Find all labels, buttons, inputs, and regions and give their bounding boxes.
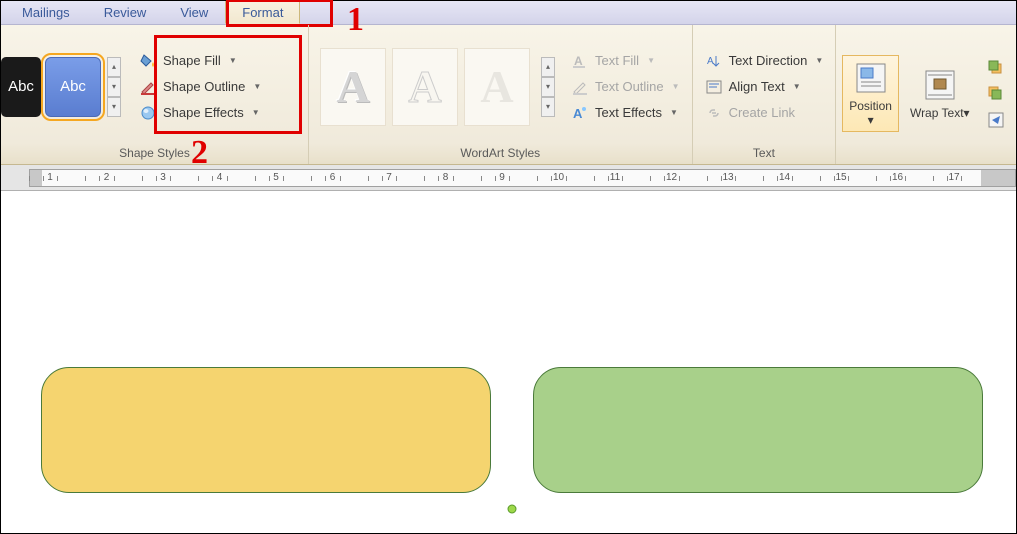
text-outline-label: Text Outline: [595, 79, 664, 94]
tab-format[interactable]: Format: [225, 1, 300, 24]
text-group-label: Text: [699, 144, 830, 162]
arrange-group-label: [842, 158, 1006, 162]
group-arrange: Position▾ Wrap Text▾: [836, 25, 1012, 164]
link-icon: [705, 104, 723, 122]
position-label: Position▾: [849, 100, 892, 126]
ruler-number: 9: [499, 172, 505, 183]
shape-style-preview-1[interactable]: Abc: [1, 57, 41, 117]
text-outline-button[interactable]: Text Outline ▼: [565, 75, 686, 99]
chevron-down-icon: ▼: [793, 82, 801, 91]
ruler-area: 1234567891011121314151617: [1, 165, 1016, 191]
chevron-down-icon: ▼: [229, 56, 237, 65]
ruler-number: 5: [273, 172, 279, 183]
text-direction-button[interactable]: A Text Direction ▼: [699, 49, 830, 73]
position-button[interactable]: Position▾: [842, 55, 899, 131]
chevron-down-icon: ▼: [253, 82, 261, 91]
bucket-icon: [139, 52, 157, 70]
rounded-rect-green[interactable]: [533, 367, 983, 493]
effects-icon: [139, 104, 157, 122]
shape-styles-group-label: Shape Styles: [7, 144, 302, 162]
svg-text:A: A: [574, 54, 583, 68]
ruler-number: 14: [779, 172, 790, 183]
rotation-handle[interactable]: [508, 505, 517, 514]
wordart-preview-2[interactable]: A: [392, 48, 458, 126]
gallery-up-icon[interactable]: ▴: [107, 57, 121, 77]
wrap-text-icon: [922, 67, 958, 103]
text-direction-label: Text Direction: [729, 53, 808, 68]
svg-text:A: A: [707, 56, 714, 67]
create-link-label: Create Link: [729, 105, 795, 120]
ruler-number: 15: [835, 172, 846, 183]
gallery-spinner: ▴ ▾ ▾: [107, 57, 121, 117]
group-wordart-styles: A A A ▴ ▾ ▾ A Text Fill ▼: [309, 25, 693, 164]
align-text-icon: [705, 78, 723, 96]
gallery-down-icon[interactable]: ▾: [541, 77, 555, 97]
wordart-gallery[interactable]: A A A: [315, 43, 535, 131]
send-backward-button[interactable]: [985, 83, 1007, 105]
ruler-number: 11: [610, 172, 620, 183]
gallery-up-icon[interactable]: ▴: [541, 57, 555, 77]
bring-forward-button[interactable]: [985, 57, 1007, 79]
chevron-down-icon: ▼: [252, 108, 260, 117]
pencil-icon: [139, 78, 157, 96]
wordart-preview-3[interactable]: A: [464, 48, 530, 126]
ruler-number: 2: [104, 172, 110, 183]
shape-outline-label: Shape Outline: [163, 79, 245, 94]
tab-bar: Mailings Review View Format: [1, 1, 1016, 25]
ribbon: Abc Abc ▴ ▾ ▾ Shape Fill ▼: [1, 25, 1016, 165]
position-icon: [853, 60, 889, 96]
ruler-number: 13: [722, 172, 733, 183]
text-fill-button[interactable]: A Text Fill ▼: [565, 49, 686, 73]
shape-fill-button[interactable]: Shape Fill ▼: [133, 49, 267, 73]
svg-text:A: A: [573, 106, 583, 121]
shape-style-preview-2[interactable]: Abc: [45, 57, 101, 117]
shape-style-gallery[interactable]: Abc Abc ▴ ▾ ▾: [7, 57, 121, 117]
wrap-text-button[interactable]: Wrap Text▾: [903, 62, 977, 125]
chevron-down-icon: ▼: [815, 56, 823, 65]
group-text: A Text Direction ▼ Align Text ▼ C: [693, 25, 837, 164]
ruler-number: 16: [892, 172, 903, 183]
ruler-number: 8: [443, 172, 449, 183]
tab-mailings[interactable]: Mailings: [5, 1, 87, 24]
chevron-down-icon: ▼: [647, 56, 655, 65]
chevron-down-icon: ▼: [672, 82, 680, 91]
create-link-button[interactable]: Create Link: [699, 101, 830, 125]
gallery-down-icon[interactable]: ▾: [107, 77, 121, 97]
ruler-number: 3: [160, 172, 166, 183]
align-text-button[interactable]: Align Text ▼: [699, 75, 830, 99]
ruler-number: 17: [948, 172, 959, 183]
shape-effects-button[interactable]: Shape Effects ▼: [133, 101, 267, 125]
rounded-rect-yellow[interactable]: [41, 367, 491, 493]
group-shape-styles: Abc Abc ▴ ▾ ▾ Shape Fill ▼: [1, 25, 309, 164]
ruler-number: 7: [386, 172, 392, 183]
text-fill-label: Text Fill: [595, 53, 639, 68]
shape-fill-label: Shape Fill: [163, 53, 221, 68]
text-effects-label: Text Effects: [595, 105, 662, 120]
horizontal-ruler[interactable]: 1234567891011121314151617: [29, 169, 1016, 187]
ruler-number: 12: [666, 172, 677, 183]
selection-pane-button[interactable]: [985, 109, 1007, 131]
text-effects-button[interactable]: A Text Effects ▼: [565, 101, 686, 125]
tab-review[interactable]: Review: [87, 1, 164, 24]
chevron-down-icon: ▼: [670, 108, 678, 117]
wordart-preview-1[interactable]: A: [320, 48, 386, 126]
text-outline-icon: [571, 78, 589, 96]
wrap-text-label: Wrap Text▾: [910, 107, 970, 120]
ruler-number: 4: [217, 172, 223, 183]
gallery-more-icon[interactable]: ▾: [541, 97, 555, 117]
tab-view[interactable]: View: [163, 1, 225, 24]
shape-effects-label: Shape Effects: [163, 105, 244, 120]
wordart-gallery-spinner: ▴ ▾ ▾: [541, 57, 555, 117]
ruler-number: 10: [553, 172, 564, 183]
ruler-number: 1: [47, 172, 53, 183]
text-effects-icon: A: [571, 104, 589, 122]
shape-outline-button[interactable]: Shape Outline ▼: [133, 75, 267, 99]
align-text-label: Align Text: [729, 79, 785, 94]
gallery-more-icon[interactable]: ▾: [107, 97, 121, 117]
document-canvas[interactable]: [1, 191, 1016, 533]
wordart-styles-group-label: WordArt Styles: [315, 144, 686, 162]
text-fill-icon: A: [571, 52, 589, 70]
ruler-number: 6: [330, 172, 336, 183]
text-direction-icon: A: [705, 52, 723, 70]
